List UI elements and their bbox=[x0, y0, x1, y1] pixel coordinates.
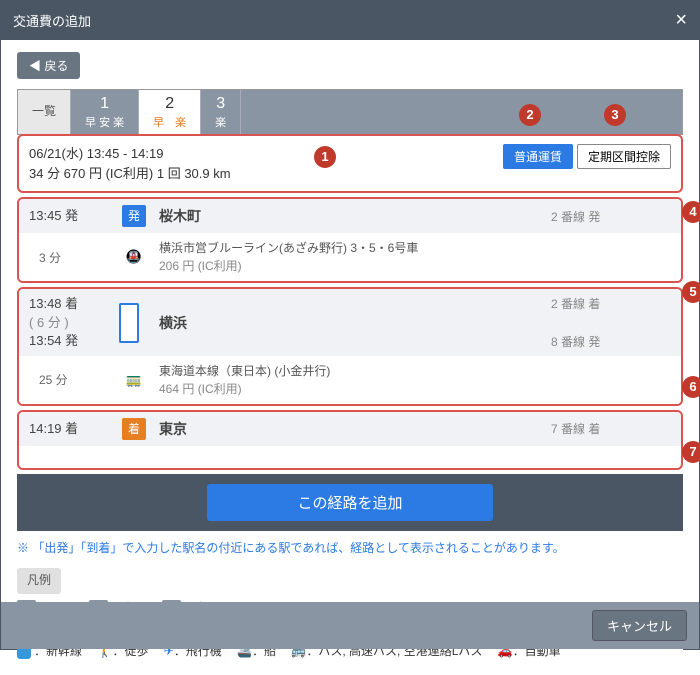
cancel-button[interactable]: キャンセル bbox=[592, 610, 687, 641]
fare-2: 464 円 (IC利用) bbox=[159, 380, 671, 398]
duration-2: 25 分 bbox=[29, 371, 119, 388]
note-text: ※ 「出発」「到着」で入力した駅名の付近にある駅であれば、経路として表示されるこ… bbox=[17, 539, 683, 556]
arr-time-final: 14:19 着 bbox=[29, 420, 119, 438]
callout-5: 5 bbox=[682, 281, 700, 303]
arrival-badge: 着 bbox=[122, 418, 146, 440]
callout-7: 7 bbox=[682, 441, 700, 463]
platform-arr-2: 2 番線 着 bbox=[551, 295, 671, 312]
tab-3[interactable]: 3楽 bbox=[201, 90, 241, 134]
dep-time-1: 13:45 発 bbox=[29, 207, 119, 225]
line-name-2: 東海道本線（東日本) (小金井行) bbox=[159, 362, 671, 380]
train-icon: 🚃 bbox=[126, 372, 142, 387]
transfer-badge bbox=[119, 303, 139, 343]
tab-2[interactable]: 2早 楽 bbox=[139, 90, 201, 134]
fare-1: 206 円 (IC利用) bbox=[159, 257, 671, 275]
station-yokohama: 横浜 bbox=[149, 295, 551, 350]
summary-time: 06/21(水) 13:45 - 14:19 bbox=[29, 144, 231, 164]
departure-badge: 発 bbox=[122, 205, 146, 227]
subway-icon: 🚇 bbox=[126, 249, 142, 264]
platform-dep-2: 8 番線 発 bbox=[551, 333, 671, 350]
segment-2: 13:48 着 ( 6 分 ) 13:54 発 横浜 2 番線 着 8 番線 発… bbox=[17, 287, 683, 406]
platform-1: 2 番線 発 bbox=[551, 208, 671, 225]
tab-list[interactable]: 一覧 bbox=[18, 90, 71, 134]
add-route-button[interactable]: この経路を追加 bbox=[207, 484, 492, 521]
legend-title: 凡例 bbox=[17, 568, 61, 594]
platform-arr-final: 7 番線 着 bbox=[551, 420, 671, 437]
arrival-block: 14:19 着 着 東京 7 番線 着 bbox=[17, 410, 683, 470]
normal-fare-button[interactable]: 普通運賃 bbox=[503, 144, 573, 169]
callout-6: 6 bbox=[682, 376, 700, 398]
route-summary: 06/21(水) 13:45 - 14:19 34 分 670 円 (IC利用)… bbox=[17, 134, 683, 193]
back-button[interactable]: ◀ 戻る bbox=[17, 52, 80, 79]
arr-time-transfer: 13:48 着 bbox=[29, 295, 119, 313]
route-tabs: 一覧 1早 安 楽 2早 楽 3楽 bbox=[17, 89, 683, 135]
dialog-title: 交通費の追加 bbox=[13, 11, 91, 30]
close-icon[interactable]: × bbox=[675, 9, 687, 32]
pass-deduct-button[interactable]: 定期区間控除 bbox=[577, 144, 671, 169]
wait-time: ( 6 分 ) bbox=[29, 314, 119, 332]
duration-1: 3 分 bbox=[29, 249, 119, 266]
dep-time-transfer: 13:54 発 bbox=[29, 332, 119, 350]
callout-1: 1 bbox=[314, 146, 336, 168]
summary-stats: 34 分 670 円 (IC利用) 1 回 30.9 km bbox=[29, 164, 231, 184]
segment-1: 13:45 発 発 桜木町 2 番線 発 3 分 🚇 横浜市営ブルーライン(あざ… bbox=[17, 197, 683, 283]
station-sakuragicho: 桜木町 bbox=[149, 206, 551, 226]
tab-1[interactable]: 1早 安 楽 bbox=[71, 90, 139, 134]
callout-4: 4 bbox=[682, 201, 700, 223]
station-tokyo: 東京 bbox=[149, 419, 551, 439]
line-name-1: 横浜市営ブルーライン(あざみ野行) 3・5・6号車 bbox=[159, 239, 671, 257]
